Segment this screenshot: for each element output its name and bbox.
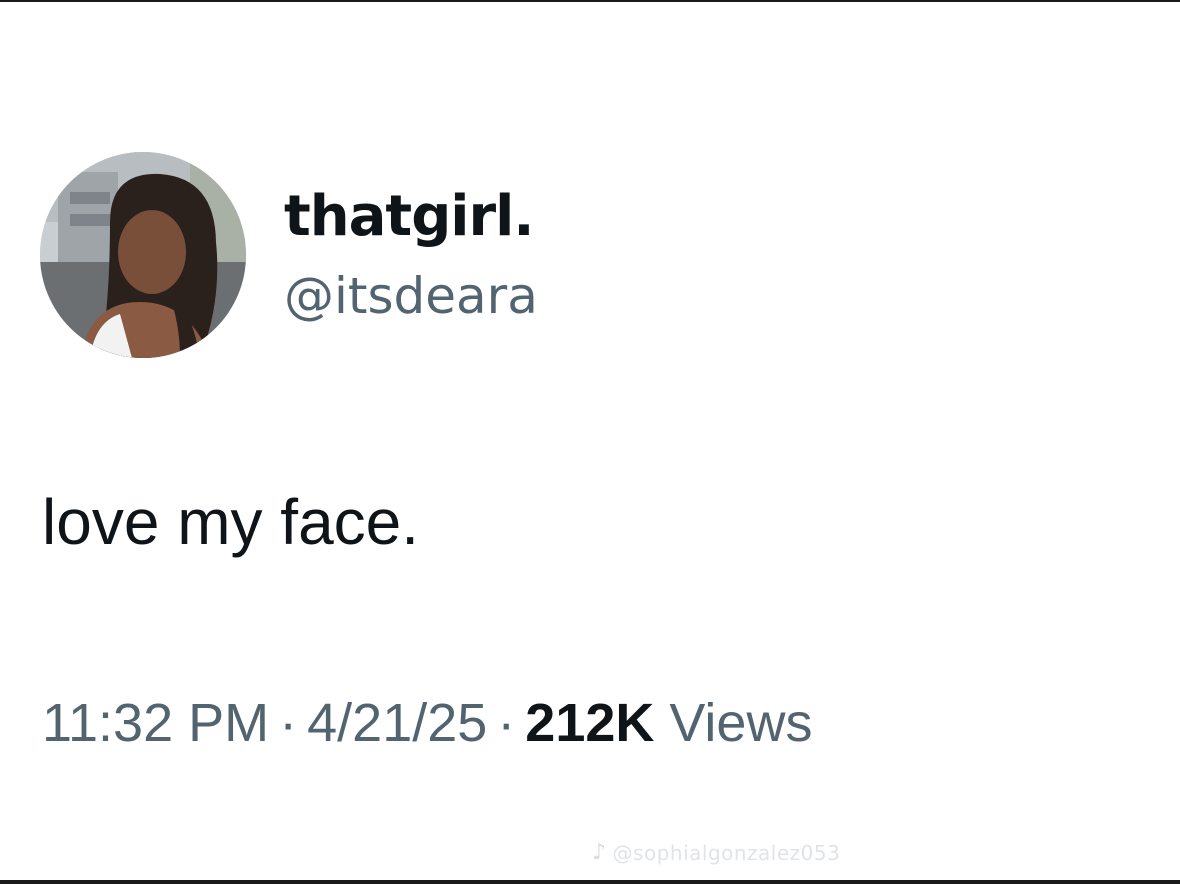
views-label: Views [669,693,813,753]
display-name[interactable]: thatgirl. [284,189,538,245]
profile-avatar[interactable] [40,152,246,358]
watermark-text: @sophialgonzalez053 [612,840,841,865]
tweet-header: thatgirl. @itsdeara [40,152,538,358]
watermark: ♪ @sophialgonzalez053 [592,840,840,865]
tweet-date[interactable]: 4/21/25 [307,693,487,753]
separator-dot: · [497,693,516,753]
screenshot-frame: thatgirl. @itsdeara love my face. 11:32 … [0,0,1180,884]
separator-dot: · [279,693,298,753]
tweet-text: love my face. [42,486,420,558]
user-names: thatgirl. @itsdeara [284,189,538,322]
avatar-photo [40,152,246,358]
tiktok-icon: ♪ [592,840,607,865]
views-count: 212K [525,693,655,753]
tweet-metadata: 11:32 PM · 4/21/25 · 212K Views [42,696,812,750]
tweet-time[interactable]: 11:32 PM [42,693,269,753]
user-handle[interactable]: @itsdeara [284,271,538,321]
